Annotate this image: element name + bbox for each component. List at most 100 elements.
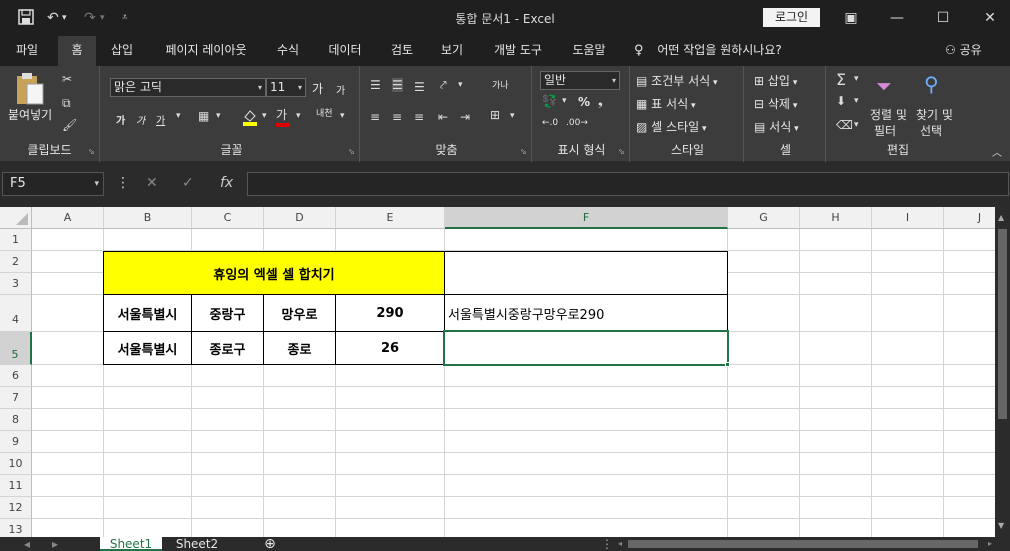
currency-icon[interactable]: 💱 <box>542 94 557 108</box>
share-button[interactable]: ⚇ 공유 <box>945 36 982 66</box>
font-name-select[interactable]: 맑은 고딕 ▾ <box>110 78 266 97</box>
align-right-icon[interactable]: ≡ <box>414 110 424 124</box>
sheet-tab-sheet1[interactable]: Sheet1 <box>100 537 162 551</box>
row-header-5[interactable]: 5 <box>0 332 32 365</box>
login-button[interactable]: 로그인 <box>763 8 820 27</box>
autosum-icon[interactable]: Σ <box>836 70 846 89</box>
align-center-icon[interactable]: ≡ <box>392 110 402 124</box>
column-header-d[interactable]: D <box>264 207 336 229</box>
cut-icon[interactable]: ✂ <box>62 72 72 86</box>
copy-icon[interactable]: ⧉ <box>62 96 71 111</box>
sort-filter-icon[interactable]: ⏷ <box>876 74 892 98</box>
merged-title-cell[interactable]: 휴잉의 엑셀 셀 합치기 <box>103 251 445 295</box>
tab-formulas[interactable]: 수식 <box>268 36 308 66</box>
delete-cells-button[interactable]: ⊟ 삭제 ▾ <box>754 95 797 112</box>
font-size-select[interactable]: 11 ▾ <box>266 78 306 97</box>
tab-split-icon[interactable]: ⋮ <box>600 537 614 551</box>
horizontal-scroll-thumb[interactable] <box>628 540 978 548</box>
hscroll-right-icon[interactable]: ▸ <box>984 537 996 551</box>
worksheet-grid[interactable]: A B C D E F G H I J 1 2 3 4 5 6 7 8 9 10… <box>0 207 995 537</box>
ribbon-display-icon[interactable]: ▣ <box>836 6 866 30</box>
row-header-9[interactable]: 9 <box>0 431 32 453</box>
find-select-label[interactable]: 찾기 및 <box>916 106 953 123</box>
font-color-dropdown-icon[interactable]: ▾ <box>296 111 301 121</box>
cell-f2[interactable] <box>444 251 728 295</box>
row-header-4[interactable]: 4 <box>0 295 32 332</box>
hscroll-left-icon[interactable]: ◂ <box>614 537 626 551</box>
fill-icon[interactable]: ⬇ <box>836 94 846 108</box>
vertical-scrollbar[interactable]: ▲ ▼ <box>995 207 1010 537</box>
grow-font-button[interactable]: 가 <box>312 80 323 97</box>
cell-e5[interactable]: 26 <box>335 331 445 365</box>
prev-sheet-icon[interactable]: ◂ <box>20 537 34 551</box>
cell-styles-button[interactable]: ▨ 셀 스타일 ▾ <box>636 118 707 135</box>
select-all-corner[interactable] <box>0 207 32 229</box>
align-left-icon[interactable]: ≡ <box>370 110 380 124</box>
row-header-1[interactable]: 1 <box>0 229 32 251</box>
row-header-10[interactable]: 10 <box>0 453 32 475</box>
column-header-j[interactable]: J <box>944 207 995 229</box>
cell-e4[interactable]: 290 <box>335 294 445 332</box>
row-header-2[interactable]: 2 <box>0 251 32 273</box>
fill-dropdown-icon[interactable]: ▾ <box>854 96 859 106</box>
selected-cell-f5[interactable] <box>443 330 729 366</box>
name-box[interactable]: F5 ▾ <box>2 172 104 196</box>
row-header-7[interactable]: 7 <box>0 387 32 409</box>
next-sheet-icon[interactable]: ▸ <box>48 537 62 551</box>
shrink-font-button[interactable]: 가 <box>336 82 345 97</box>
find-select-icon[interactable]: ⚲ <box>924 72 939 96</box>
column-header-b[interactable]: B <box>104 207 192 229</box>
format-painter-icon[interactable]: 🖌 <box>62 118 77 132</box>
column-header-g[interactable]: G <box>728 207 800 229</box>
decrease-decimal-icon[interactable]: .00→ <box>566 118 588 128</box>
phonetic-button[interactable]: 내천 <box>316 106 333 119</box>
tab-page-layout[interactable]: 페이지 레이아웃 <box>148 36 264 66</box>
border-dropdown-icon[interactable]: ▾ <box>216 111 221 121</box>
border-icon[interactable]: ▦ <box>198 109 209 123</box>
enter-icon[interactable]: ✓ <box>182 175 194 191</box>
column-header-f[interactable]: F <box>445 207 728 229</box>
clear-icon[interactable]: ⌫ <box>836 118 853 132</box>
tab-developer[interactable]: 개발 도구 <box>482 36 554 66</box>
dialog-launcher-icon[interactable]: ⬂ <box>88 147 95 156</box>
wrap-text-button[interactable]: 가나 <box>492 78 509 91</box>
fill-color-dropdown-icon[interactable]: ▾ <box>262 111 267 121</box>
increase-indent-icon[interactable]: ⇥ <box>460 110 470 124</box>
align-bottom-icon[interactable]: ☰ <box>414 80 425 94</box>
cell-c5[interactable]: 종로구 <box>191 331 264 365</box>
cell-b5[interactable]: 서울특별시 <box>103 331 192 365</box>
dialog-launcher-icon[interactable]: ⬂ <box>618 147 625 156</box>
close-button[interactable]: ✕ <box>975 6 1005 30</box>
align-middle-icon[interactable]: ☰ <box>392 78 403 92</box>
sort-filter-label[interactable]: 정렬 및 <box>870 106 907 123</box>
add-sheet-icon[interactable]: ⊕ <box>258 537 282 551</box>
percent-button[interactable]: % <box>578 95 590 109</box>
insert-function-icon[interactable]: fx <box>220 175 233 191</box>
sort-filter-label-2[interactable]: 필터 <box>874 122 896 139</box>
fill-color-icon[interactable] <box>242 108 258 129</box>
cell-f4[interactable]: 서울특별시중랑구망우로290 <box>444 294 728 332</box>
paste-button-label[interactable]: 붙여넣기 <box>8 106 52 123</box>
more-options-icon[interactable]: ⋮ <box>116 175 130 191</box>
currency-dropdown-icon[interactable]: ▾ <box>562 96 567 106</box>
tab-file[interactable]: 파일 <box>0 36 54 66</box>
phonetic-dropdown-icon[interactable]: ▾ <box>340 111 345 121</box>
tell-me-search[interactable]: ♀ 어떤 작업을 원하시나요? <box>634 36 782 66</box>
number-format-select[interactable]: 일반 ▾ <box>540 71 620 90</box>
column-header-c[interactable]: C <box>192 207 264 229</box>
tab-review[interactable]: 검토 <box>380 36 424 66</box>
cell-b4[interactable]: 서울특별시 <box>103 294 192 332</box>
increase-decimal-icon[interactable]: ←.0 <box>542 118 558 128</box>
comma-style-icon[interactable]: ❟ <box>598 94 603 109</box>
orientation-icon[interactable]: ⤤ <box>440 78 447 93</box>
minimize-button[interactable]: — <box>882 6 912 30</box>
dialog-launcher-icon[interactable]: ⬂ <box>348 147 355 156</box>
conditional-formatting-button[interactable]: ▤ 조건부 서식 ▾ <box>636 72 718 89</box>
underline-dropdown-icon[interactable]: ▾ <box>176 111 181 121</box>
fill-handle[interactable] <box>725 362 730 367</box>
clear-dropdown-icon[interactable]: ▾ <box>854 120 859 130</box>
row-header-12[interactable]: 12 <box>0 497 32 519</box>
maximize-button[interactable]: ☐ <box>928 6 958 30</box>
scroll-thumb[interactable] <box>998 229 1007 419</box>
column-header-a[interactable]: A <box>32 207 104 229</box>
